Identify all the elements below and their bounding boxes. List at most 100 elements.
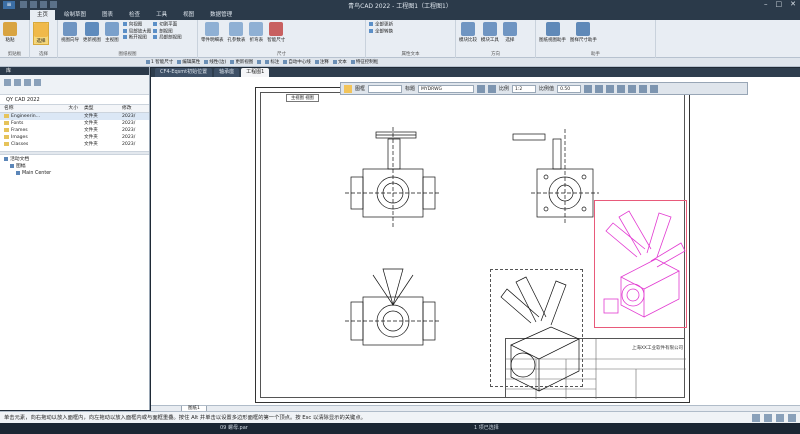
drawing-view-assistant-button[interactable]: 图纸视图助手: [539, 22, 566, 43]
rotate-icon[interactable]: [584, 84, 593, 93]
status-text: 单击元素，向右拖动以放入面框内，向左拖动以放入面框内或与面框重叠。按住 Alt …: [4, 415, 366, 421]
zoom-icon[interactable]: [595, 84, 604, 93]
module-tools-button[interactable]: 模块工具: [481, 22, 499, 43]
cmd-blank[interactable]: [257, 60, 261, 64]
tab-tools[interactable]: 工具: [149, 10, 174, 20]
tree-item-main-center[interactable]: Main Center: [4, 170, 145, 177]
view-property-toolbar: 图框 标题 MYDRWG 比例 1:2 比例值 0.50: [340, 82, 748, 95]
window-title: 青鸟CAD 2022 - 工程图1（工程图1）: [348, 3, 452, 10]
up-folder-icon[interactable]: [24, 79, 31, 86]
title-bar: ≡ 青鸟CAD 2022 - 工程图1（工程图1） – □ ✕: [0, 0, 800, 10]
select-tool-icon[interactable]: [344, 84, 352, 93]
scale-label: 比例: [499, 86, 510, 92]
cmd-feature-control-frame[interactable]: 特征控制框: [351, 59, 379, 65]
valve-side-view: [512, 129, 599, 225]
column-name[interactable]: 名称: [0, 105, 60, 112]
select-icon: [502, 22, 517, 36]
ribbon-group-select: 选择 选择: [30, 20, 58, 58]
paste-button[interactable]: 粘贴: [3, 22, 17, 43]
broken-view-button[interactable]: 断开视图: [123, 35, 152, 42]
layer-select[interactable]: [368, 84, 403, 93]
select-button[interactable]: 选择: [33, 22, 49, 45]
principal-view-button[interactable]: 主视图: [104, 22, 119, 43]
column-type[interactable]: 类型: [80, 105, 122, 112]
valve-views: [345, 127, 686, 392]
selected-view-box[interactable]: [490, 269, 583, 387]
file-list-header: 名称 大小 类型 修改: [0, 105, 149, 113]
cmd-text[interactable]: 文本: [333, 59, 347, 65]
convert-all-button[interactable]: 全部转换: [369, 29, 452, 36]
cmd-linear[interactable]: 线性(边): [204, 59, 226, 65]
doc-tab-1[interactable]: 轴承座: [214, 68, 240, 77]
center-icon: [16, 170, 20, 175]
annotation-icon[interactable]: [488, 84, 497, 93]
command-toolbar: 1 智能尺寸 编辑属性 线性(边) 更新视图 标注 自动中心线 注释 文本 特征…: [0, 58, 800, 67]
parts-list-button[interactable]: 零件明细表: [201, 22, 224, 43]
pan-view-icon[interactable]: [776, 414, 784, 422]
back-icon[interactable]: [4, 79, 11, 86]
wireframe-icon[interactable]: [628, 84, 637, 93]
minimize-icon[interactable]: –: [764, 0, 768, 8]
ribbon-group-assistant: 图纸视图助手 图样尺寸助手 助手: [536, 20, 656, 58]
cursor-icon: [34, 23, 48, 37]
cmd-note[interactable]: 注释: [315, 59, 329, 65]
list-item[interactable]: Engineerin… 文件夹 2023/: [0, 113, 149, 120]
lock-icon[interactable]: [650, 84, 659, 93]
fit-icon[interactable]: [752, 414, 760, 422]
orient-select-button[interactable]: 选择: [502, 22, 517, 43]
cmd-edit-properties[interactable]: 编辑属性: [177, 59, 200, 65]
scale-value-field[interactable]: 0.50: [557, 84, 582, 93]
assistant-icon: [545, 22, 560, 36]
cmd-auto-centerline[interactable]: 自动中心线: [283, 59, 311, 65]
tab-data-management[interactable]: 数据管理: [203, 10, 239, 20]
hole-table-button[interactable]: 孔参数表: [227, 22, 245, 43]
list-item[interactable]: Fonts 文件夹 2023/: [0, 120, 149, 127]
ribbon-group-drawing-views: 视图向导 更新视图 主视图 向视图 局部放大图 断开视图 切割平面 剖视图 局部…: [58, 20, 198, 58]
module-compare-button[interactable]: 模块比较: [459, 22, 477, 43]
forward-icon[interactable]: [14, 79, 21, 86]
cmd-smart-dimension[interactable]: 1 智能尺寸: [146, 59, 173, 65]
title-field[interactable]: MYDRWG: [418, 84, 475, 93]
settings-icon[interactable]: [788, 414, 796, 422]
list-item[interactable]: Images 文件夹 2023/: [0, 134, 149, 141]
column-size[interactable]: 大小: [60, 105, 80, 112]
list-item[interactable]: Classes 文件夹 2023/: [0, 141, 149, 148]
folder-icon: [4, 134, 9, 139]
column-date[interactable]: 修改: [122, 105, 148, 112]
list-item[interactable]: Frames 文件夹 2023/: [0, 127, 149, 134]
highlighted-view-box[interactable]: [594, 200, 687, 328]
taskbar-file[interactable]: 09 螺母.par: [220, 423, 248, 434]
view-wizard-button[interactable]: 视图向导: [61, 22, 79, 43]
tree-item-frame[interactable]: 图幅: [4, 163, 145, 170]
tab-chart[interactable]: 图表: [95, 10, 120, 20]
cmd-update-views[interactable]: 更新视图: [230, 59, 253, 65]
tab-inspect[interactable]: 检查: [122, 10, 147, 20]
drawing-canvas[interactable]: 主视图 视图 上海XX工业软件有限公司 图框 标题 MYDRWG 比例 1:2 …: [151, 77, 800, 405]
tab-view[interactable]: 视图: [176, 10, 201, 20]
update-views-button[interactable]: 更新视图: [83, 22, 101, 43]
smart-dimension-button[interactable]: 智能尺寸: [267, 22, 285, 43]
title-label: 标题: [405, 86, 416, 92]
taskbar: 09 螺母.par 1 项已选择: [0, 423, 800, 434]
tab-home[interactable]: 主页: [30, 10, 56, 20]
pan-icon[interactable]: [606, 84, 615, 93]
maximize-icon[interactable]: □: [776, 0, 783, 8]
view-properties-icon[interactable]: [477, 84, 486, 93]
close-icon[interactable]: ✕: [790, 0, 796, 8]
zoom-area-icon[interactable]: [764, 414, 772, 422]
bend-table-button[interactable]: 折弯表: [249, 22, 264, 43]
dimension-assistant-button[interactable]: 图样尺寸助手: [570, 22, 597, 43]
doc-tab-2[interactable]: 工程图1: [241, 68, 270, 77]
update-icon: [84, 22, 99, 36]
new-folder-icon[interactable]: [34, 79, 41, 86]
doc-tab-0[interactable]: CF4-Eqsmt初始位置: [155, 68, 213, 77]
hidden-lines-icon[interactable]: [639, 84, 648, 93]
ribbon-group-orientation: 模块比较 模块工具 选择 方向: [456, 20, 536, 58]
tree-item-active-document[interactable]: 活动文档: [4, 156, 145, 163]
broken-out-section-button[interactable]: 局部剖视图: [153, 35, 182, 42]
scale-select[interactable]: 1:2: [512, 84, 537, 93]
cmd-annotate[interactable]: 标注: [265, 59, 279, 65]
library-path[interactable]: QY CAD 2022: [0, 95, 149, 105]
shaded-icon[interactable]: [617, 84, 626, 93]
tab-sketch[interactable]: 绘制草图: [57, 10, 93, 20]
